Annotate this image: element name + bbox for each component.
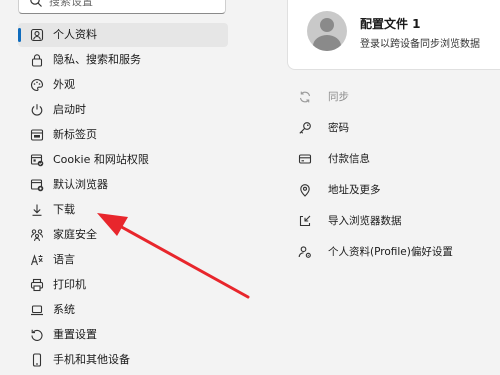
sidebar-item-cookies[interactable]: Cookie 和网站权限 [18, 148, 228, 172]
language-icon [30, 253, 44, 267]
site-permissions-icon [30, 153, 44, 167]
power-icon [30, 103, 44, 117]
profile-setting-label: 同步 [328, 91, 349, 103]
sidebar-item-printers[interactable]: 打印机 [18, 273, 228, 297]
download-icon [30, 203, 44, 217]
location-pin-icon [298, 183, 312, 197]
sidebar-item-label: 手机和其他设备 [53, 353, 130, 366]
search-icon [29, 0, 43, 8]
profile-setting-label: 付款信息 [328, 153, 370, 165]
lock-icon [30, 53, 44, 67]
profile-setting-preferences[interactable]: 个人资料(Profile)偏好设置 [292, 241, 492, 263]
printer-icon [30, 278, 44, 292]
profile-setting-label: 地址及更多 [328, 184, 381, 196]
sidebar-item-privacy[interactable]: 隐私、搜索和服务 [18, 48, 228, 72]
sidebar-item-label: 打印机 [53, 278, 86, 291]
profile-setting-label: 密码 [328, 122, 349, 134]
profile-setting-import[interactable]: 导入浏览器数据 [292, 210, 492, 232]
sidebar-item-label: 默认浏览器 [53, 178, 108, 191]
profile-setting-payment[interactable]: 付款信息 [292, 148, 492, 170]
sync-icon [298, 90, 312, 104]
sidebar-item-label: 系统 [53, 303, 75, 316]
sidebar-item-system[interactable]: 系统 [18, 298, 228, 322]
sidebar-item-label: 重置设置 [53, 328, 97, 341]
sidebar-item-profile[interactable]: 个人资料 [18, 23, 228, 47]
sidebar-item-downloads[interactable]: 下载 [18, 198, 228, 222]
sidebar-item-label: 启动时 [53, 103, 86, 116]
sidebar-item-reset[interactable]: 重置设置 [18, 323, 228, 347]
sidebar-item-label: Cookie 和网站权限 [53, 153, 149, 166]
sidebar-item-phone[interactable]: 手机和其他设备 [18, 348, 228, 372]
import-icon [298, 214, 312, 228]
search-input[interactable] [49, 0, 219, 13]
sidebar-item-default-browser[interactable]: 默认浏览器 [18, 173, 228, 197]
profile-setting-label: 个人资料(Profile)偏好设置 [328, 246, 453, 258]
settings-sidebar: 个人资料 隐私、搜索和服务 外观 启动时 新标签页 Cookie 和网站权限 [0, 0, 238, 375]
profile-setting-passwords[interactable]: 密码 [292, 117, 492, 139]
profile-icon [30, 28, 44, 42]
sidebar-item-family-safety[interactable]: 家庭安全 [18, 223, 228, 247]
sidebar-item-label: 家庭安全 [53, 228, 97, 241]
sidebar-item-label: 新标签页 [53, 128, 97, 141]
appearance-icon [30, 78, 44, 92]
profile-setting-sync[interactable]: 同步 [292, 86, 492, 108]
profile-name: 配置文件 1 [360, 17, 421, 31]
sidebar-item-label: 语言 [53, 253, 75, 266]
key-icon [298, 121, 312, 135]
laptop-icon [30, 303, 44, 317]
sidebar-item-label: 下载 [53, 203, 75, 216]
new-tab-icon [30, 128, 44, 142]
default-browser-icon [30, 178, 44, 192]
profile-subtitle: 登录以跨设备同步浏览数据 [360, 39, 480, 50]
profile-card: 配置文件 1 登录以跨设备同步浏览数据 [287, 0, 500, 70]
search-box[interactable] [18, 0, 226, 14]
sidebar-item-label: 个人资料 [53, 28, 97, 41]
credit-card-icon [298, 152, 312, 166]
sidebar-item-appearance[interactable]: 外观 [18, 73, 228, 97]
sidebar-item-languages[interactable]: 语言 [18, 248, 228, 272]
profile-preferences-icon [298, 245, 312, 259]
sidebar-item-label: 外观 [53, 78, 75, 91]
profile-setting-label: 导入浏览器数据 [328, 215, 402, 227]
avatar-icon [307, 11, 347, 51]
sidebar-item-label: 隐私、搜索和服务 [53, 53, 141, 66]
family-icon [30, 228, 44, 242]
phone-icon [30, 353, 44, 367]
reset-icon [30, 328, 44, 342]
sidebar-item-startup[interactable]: 启动时 [18, 98, 228, 122]
sidebar-item-new-tab[interactable]: 新标签页 [18, 123, 228, 147]
profile-setting-addresses[interactable]: 地址及更多 [292, 179, 492, 201]
